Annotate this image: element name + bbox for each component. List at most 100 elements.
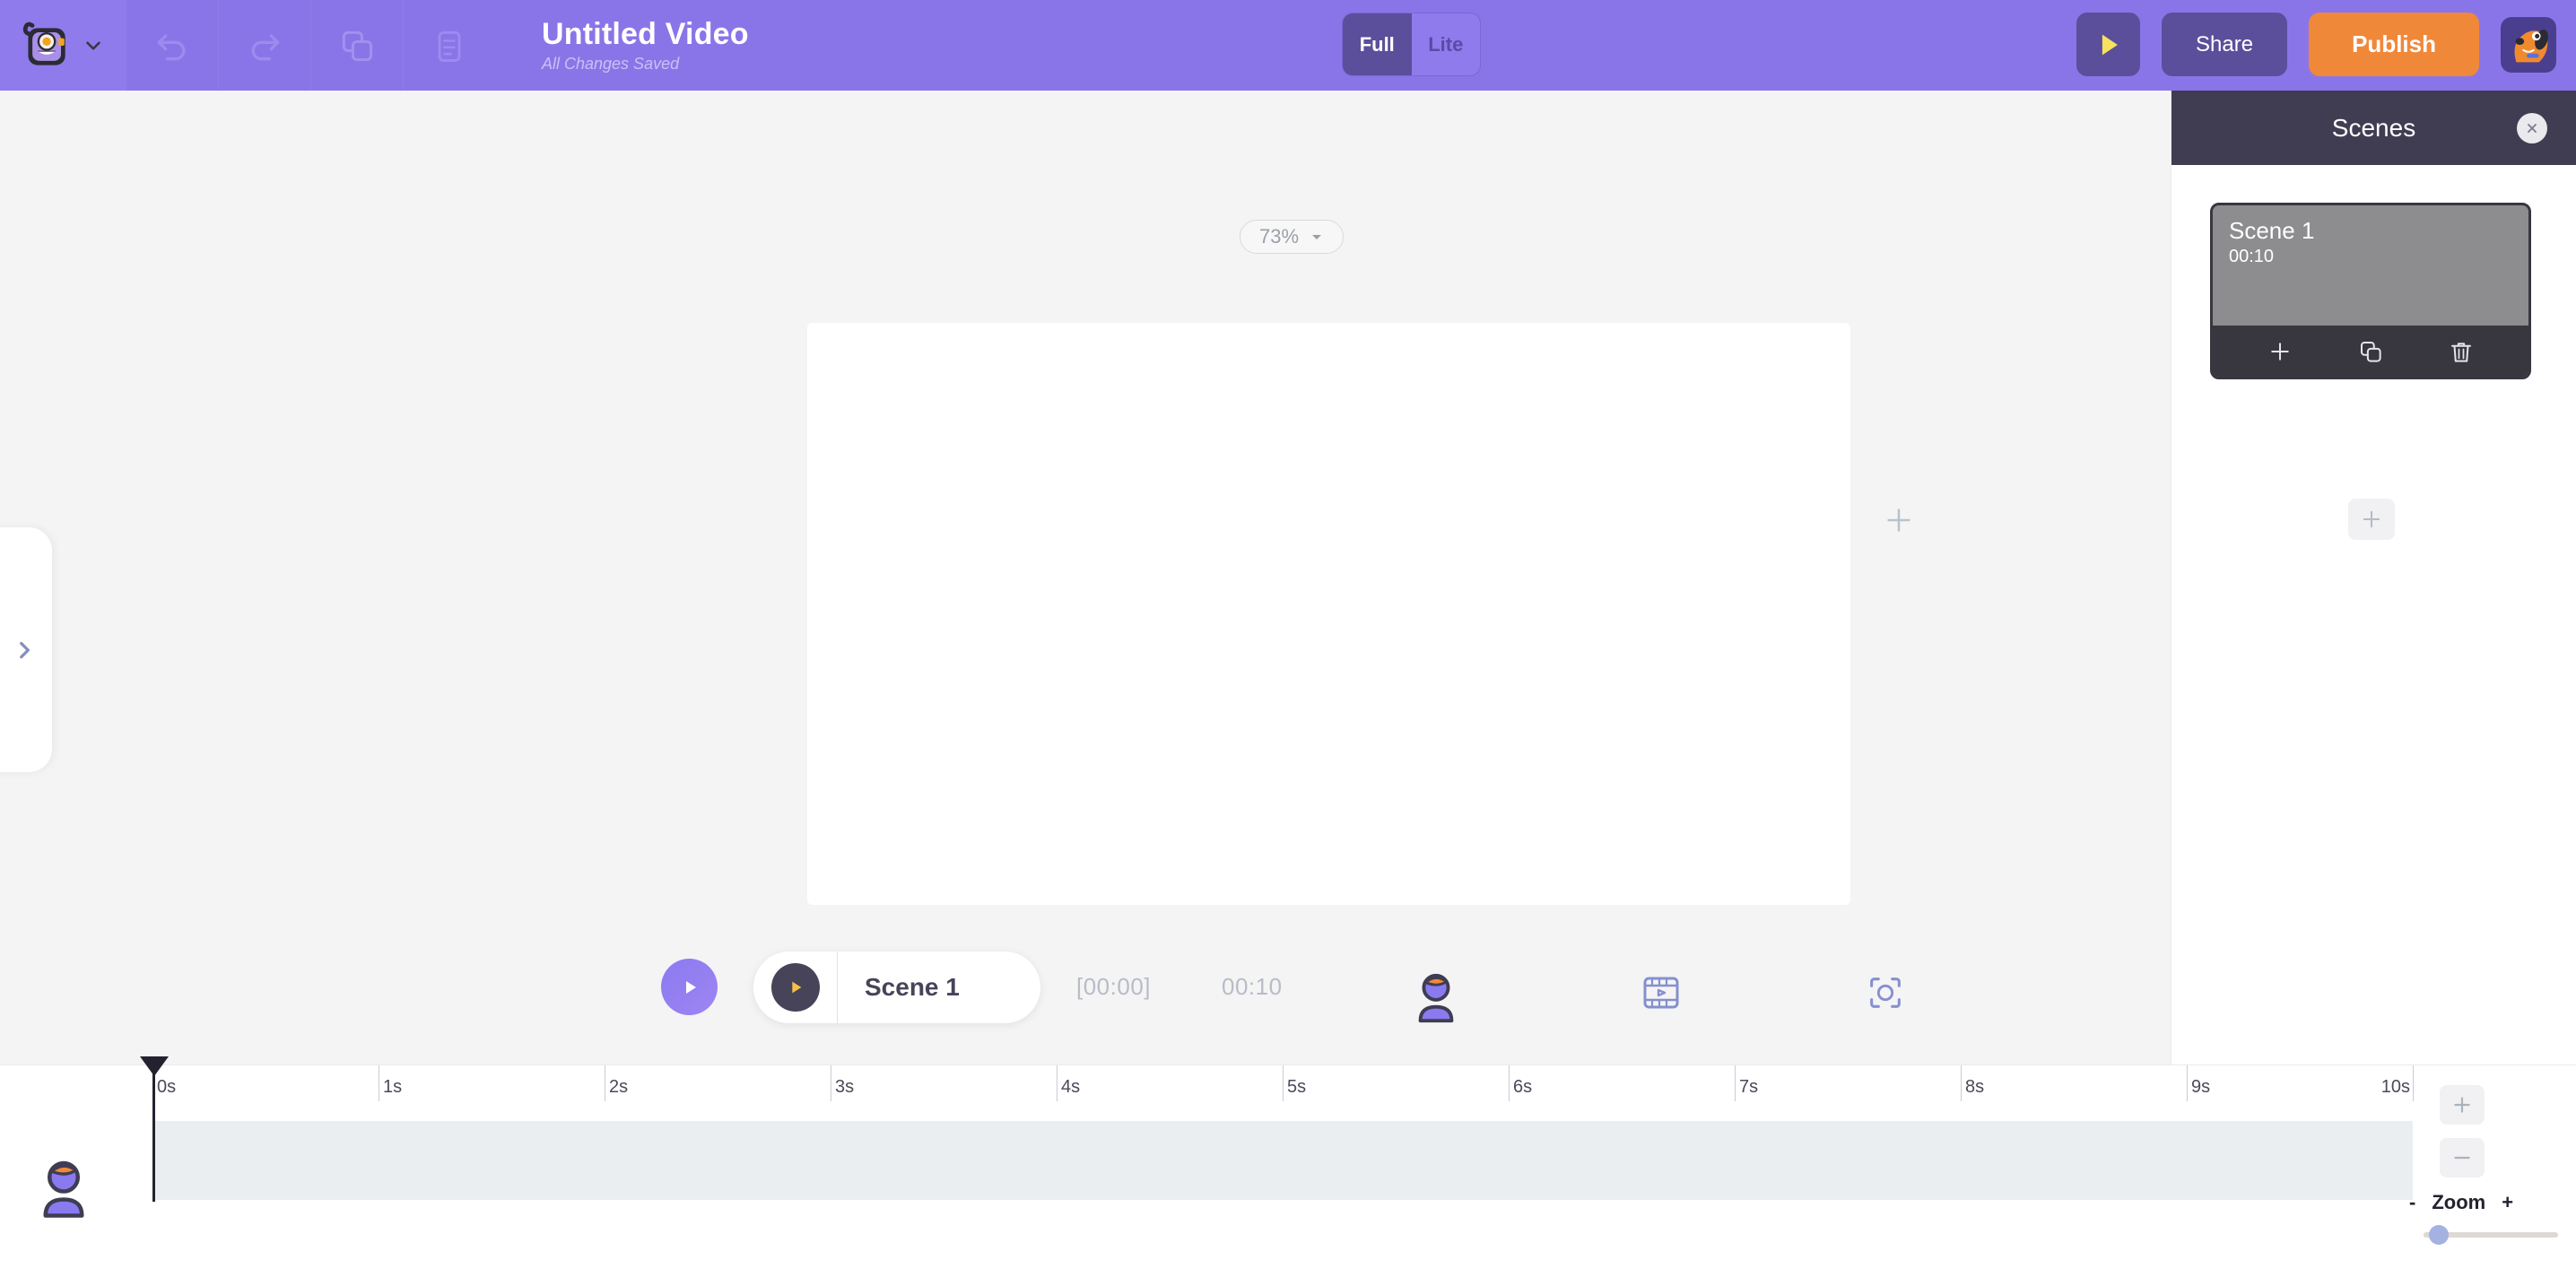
scene-name-label: Scene 1	[865, 973, 960, 1001]
zoom-label: Zoom	[2432, 1191, 2486, 1213]
ruler-tick-label: 7s	[1739, 1077, 1759, 1097]
plus-icon	[2270, 342, 2289, 361]
play-icon	[685, 980, 696, 994]
caret-down-icon	[1310, 230, 1324, 244]
ruler-tick-label: 9s	[2191, 1077, 2211, 1097]
play-icon	[792, 981, 802, 994]
video-editor-app: Untitled Video All Changes Saved Full Li…	[0, 0, 2576, 1286]
plus-icon	[2454, 1097, 2470, 1113]
editor-stage: 73% Scene 1 [00:00] 00:10	[0, 91, 2171, 1064]
chevron-right-icon	[20, 641, 30, 658]
ruler-tick-label: 0s	[157, 1077, 177, 1097]
ruler-tick: 7s	[1735, 1065, 1758, 1101]
page-title[interactable]: Untitled Video	[542, 17, 749, 51]
zoom-slider-handle[interactable]	[2429, 1225, 2449, 1245]
clipboard-icon	[438, 30, 461, 62]
undo-icon	[157, 33, 186, 60]
scene-card-actions	[2213, 326, 2528, 377]
ruler-tick-label: 3s	[835, 1077, 855, 1097]
film-strip-icon	[1643, 977, 1679, 1009]
close-icon	[2528, 123, 2537, 133]
ruler-tick-label: 5s	[1287, 1077, 1307, 1097]
document-title-block: Untitled Video All Changes Saved	[542, 17, 749, 74]
delete-scene-button[interactable]	[2444, 335, 2478, 369]
undo-button[interactable]	[126, 0, 218, 91]
ruler-tick-label: 8s	[1965, 1077, 1985, 1097]
monster-logo	[21, 19, 74, 73]
copy-icon	[342, 30, 373, 61]
scenes-panel-title: Scenes	[2331, 113, 2416, 142]
scene-play-button[interactable]	[771, 963, 820, 1012]
brand-menu[interactable]	[0, 0, 126, 91]
add-media-button[interactable]	[1632, 964, 1690, 1021]
copy-icon	[2360, 341, 2381, 362]
ruler-tick: 6s	[1509, 1065, 1532, 1101]
timeline-zoom-controls: - Zoom +	[2379, 1069, 2558, 1248]
ruler-tick-label: 6s	[1513, 1077, 1533, 1097]
zoom-slider[interactable]	[2424, 1225, 2558, 1245]
timeline-ruler[interactable]: 0s 1s 2s 3s 4s 5s 6s 7s 8s 9s 10s	[152, 1065, 2414, 1101]
ruler-tick: 8s	[1961, 1065, 1984, 1101]
zoom-in-button[interactable]	[2440, 1085, 2485, 1125]
publish-button[interactable]: Publish	[2309, 13, 2479, 76]
current-scene-chip[interactable]: Scene 1	[753, 951, 1040, 1023]
play-icon	[2102, 34, 2118, 55]
ruler-tick-label: 1s	[383, 1077, 403, 1097]
canvas-zoom-select[interactable]: 73%	[1240, 220, 1344, 254]
current-time-label: [00:00]	[1076, 973, 1152, 1000]
playhead-handle[interactable]	[140, 1056, 169, 1076]
scene-card-duration: 00:10	[2229, 246, 2275, 266]
plus-icon	[2363, 510, 2380, 528]
zoom-out-button[interactable]	[2440, 1138, 2485, 1177]
duplicate-button[interactable]	[310, 0, 403, 91]
focus-frame-icon	[1870, 978, 1901, 1008]
ruler-tick: 5s	[1283, 1065, 1306, 1101]
scene-card-title: Scene 1	[2229, 217, 2315, 244]
zoom-decrease-sign[interactable]: -	[2409, 1191, 2415, 1214]
paste-button[interactable]	[403, 0, 495, 91]
video-canvas[interactable]	[807, 323, 1850, 905]
top-bar: Untitled Video All Changes Saved Full Li…	[0, 0, 2576, 91]
tab-full[interactable]: Full	[1343, 13, 1412, 75]
close-panel-button[interactable]	[2517, 112, 2547, 143]
duplicate-scene-button[interactable]	[2354, 335, 2388, 369]
header-actions: Share Publish	[2076, 13, 2556, 76]
dog-avatar[interactable]	[2501, 16, 2556, 73]
ruler-tick-label: 2s	[609, 1077, 629, 1097]
character-icon	[43, 1160, 84, 1218]
timeline-track-avatar[interactable]	[31, 1155, 96, 1220]
playhead[interactable]	[140, 1056, 169, 1202]
share-button[interactable]: Share	[2162, 13, 2288, 76]
canvas-zoom-value: 73%	[1258, 225, 1300, 248]
total-time-label: 00:10	[1222, 973, 1283, 1000]
focus-frame-button[interactable]	[1857, 964, 1914, 1021]
scenes-panel: Scenes Scene 1 00:10	[2171, 91, 2576, 1064]
ruler-tick: 9s	[2187, 1065, 2210, 1101]
tab-lite[interactable]: Lite	[1412, 13, 1481, 75]
redo-button[interactable]	[218, 0, 310, 91]
ruler-tick-label: 4s	[1061, 1077, 1081, 1097]
add-scene-button[interactable]	[2348, 499, 2395, 540]
timeline-track[interactable]	[152, 1121, 2413, 1200]
expand-sidebar-handle[interactable]	[0, 527, 52, 772]
add-scene-after-button[interactable]	[2263, 335, 2297, 369]
redo-icon	[251, 33, 280, 60]
save-status: All Changes Saved	[542, 55, 680, 74]
character-icon	[1418, 973, 1454, 1023]
plus-icon	[1887, 508, 1910, 532]
preview-button[interactable]	[2076, 13, 2141, 76]
minus-icon	[2454, 1156, 2470, 1160]
scene-thumbnail-card[interactable]: Scene 1 00:10	[2210, 203, 2531, 379]
chevron-down-icon	[82, 34, 105, 57]
play-scene-button[interactable]	[661, 959, 718, 1015]
zoom-increase-sign[interactable]: +	[2502, 1191, 2513, 1214]
edit-tools	[126, 0, 495, 91]
add-character-button[interactable]	[1404, 964, 1468, 1029]
mode-toggle: Full Lite	[1342, 13, 1481, 76]
timeline: 0s 1s 2s 3s 4s 5s 6s 7s 8s 9s 10s - Zoom +	[0, 1056, 2576, 1286]
add-element-button[interactable]	[1880, 501, 1918, 539]
trash-icon	[2451, 342, 2472, 362]
scene-control-bar: Scene 1 [00:00] 00:10	[0, 951, 2171, 1059]
scene-card-body: Scene 1 00:10	[2213, 205, 2528, 326]
zoom-label-row: - Zoom +	[2409, 1191, 2513, 1214]
